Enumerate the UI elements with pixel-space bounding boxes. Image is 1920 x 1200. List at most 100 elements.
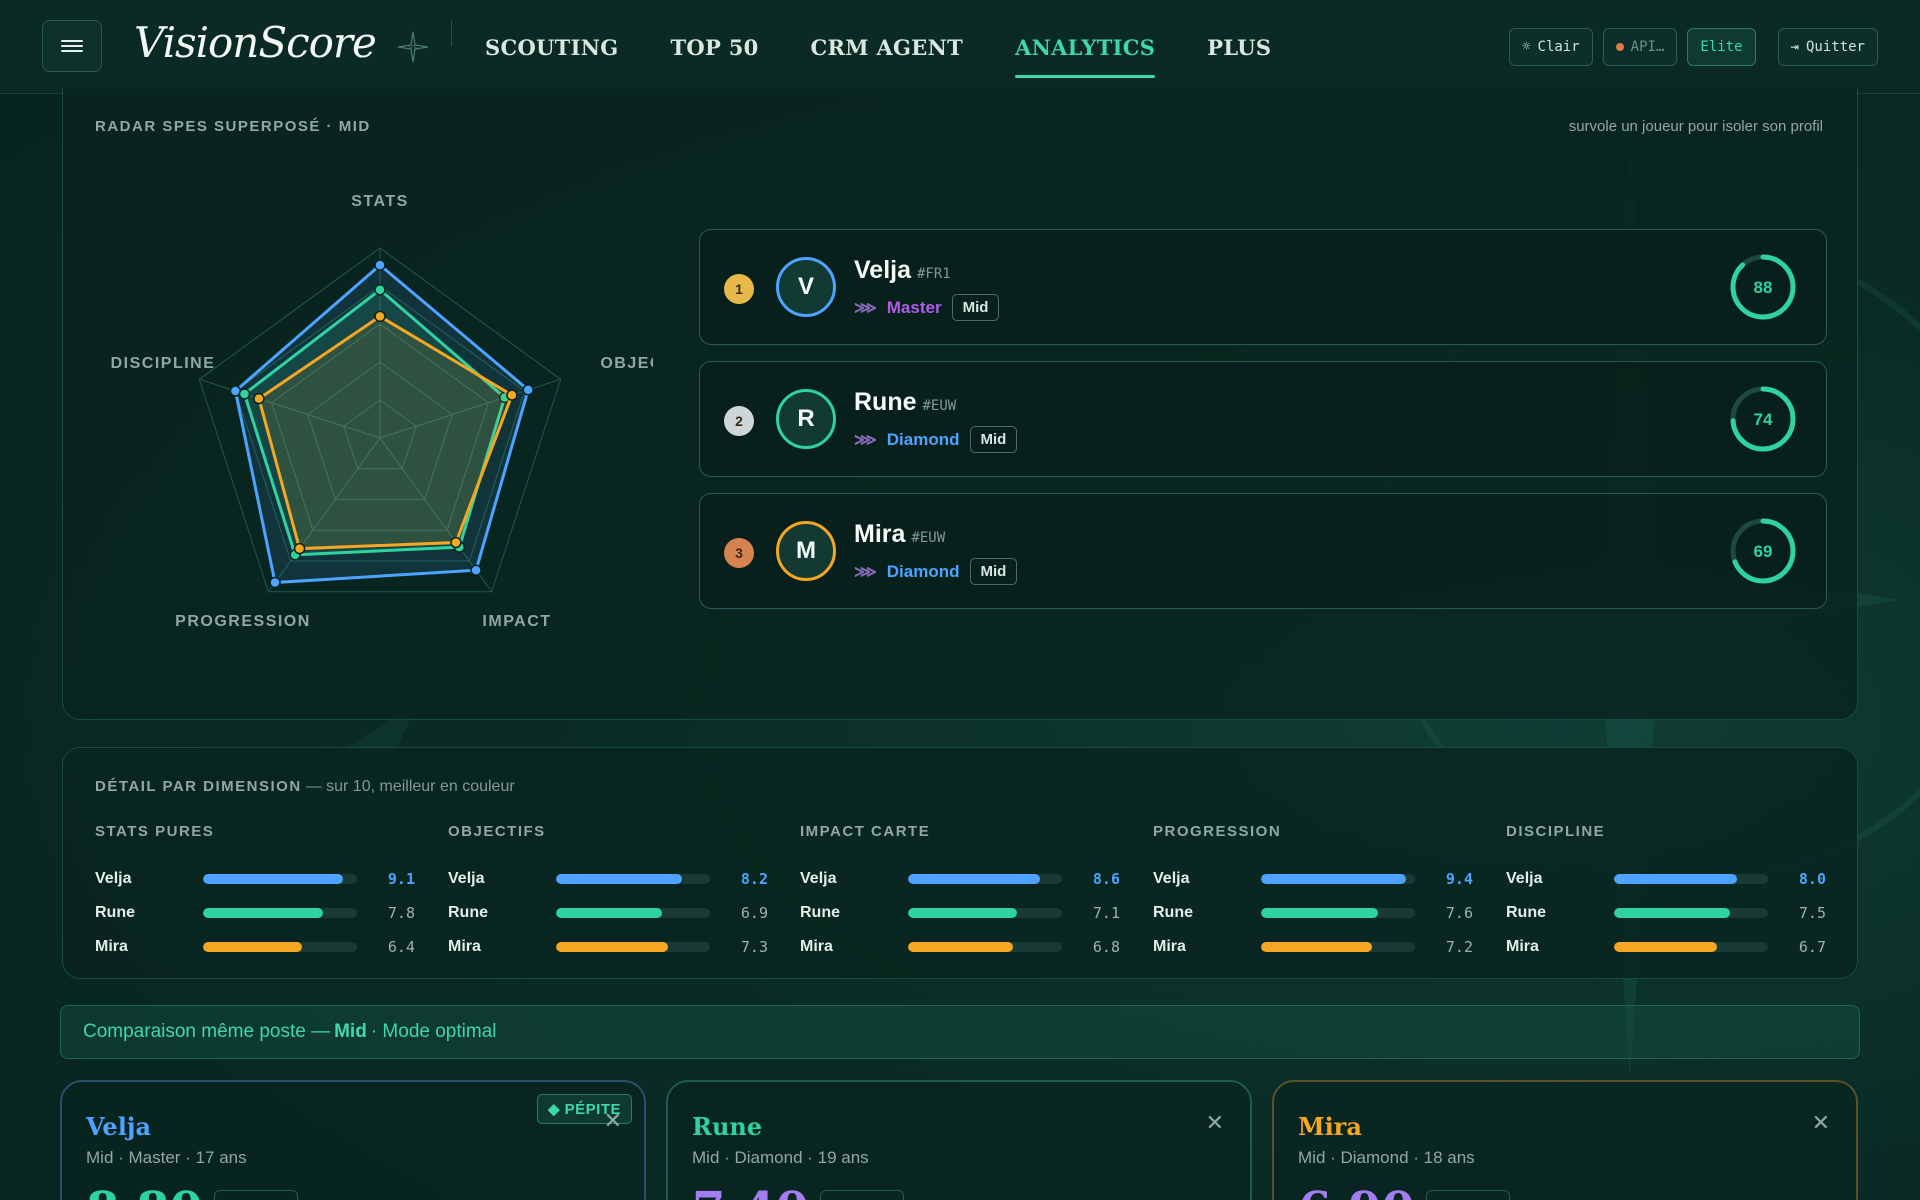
compare-player-name: Rune bbox=[692, 1112, 763, 1141]
dimension-bar-track bbox=[1614, 942, 1768, 952]
radar-axis-label: OBJECTIFS bbox=[600, 355, 653, 372]
compare-score: 7.40 bbox=[692, 1182, 809, 1200]
dimension-title: IMPACT CARTE bbox=[800, 823, 931, 840]
dimension-bar-track bbox=[908, 942, 1062, 952]
dimension-value: 6.8 bbox=[1092, 938, 1120, 956]
nav-link-top50[interactable]: TOP 50 bbox=[670, 0, 758, 94]
nav-actions: ☼ Clair API… Elite ⇥ Quitter bbox=[1509, 28, 1878, 66]
dimension-player-name: Velja bbox=[1506, 870, 1543, 887]
radar-axis-label: IMPACT bbox=[482, 613, 551, 630]
dimension-bar-fill bbox=[1614, 942, 1718, 952]
dimension-player-name: Velja bbox=[448, 870, 485, 887]
score-value: 69 bbox=[1754, 542, 1773, 561]
dimension-bar-fill bbox=[1614, 908, 1730, 918]
dimension-column: STATS PURES Velja 9.1 Rune 7.8 Mira 6.4 bbox=[95, 823, 415, 964]
score-value: 74 bbox=[1754, 410, 1773, 429]
tier-label: Diamond bbox=[886, 561, 960, 581]
dimension-player-name: Rune bbox=[448, 904, 488, 921]
radar-point bbox=[374, 284, 386, 296]
top-navbar: VisionScore VS SCOUTING TOP 50 CRM AGENT… bbox=[0, 0, 1920, 94]
dimension-bar-track bbox=[908, 908, 1062, 918]
nav-link-scouting[interactable]: SCOUTING bbox=[485, 0, 618, 94]
nav-link-crm-agent[interactable]: CRM AGENT bbox=[811, 0, 963, 94]
dimension-value: 7.5 bbox=[1798, 904, 1826, 922]
dimension-bar-fill bbox=[203, 942, 302, 952]
elite-badge[interactable]: Elite bbox=[1687, 28, 1756, 66]
role-tag: Mid bbox=[969, 558, 1018, 585]
theme-toggle-button[interactable]: ☼ Clair bbox=[1509, 28, 1593, 66]
dimension-value: 8.2 bbox=[740, 870, 768, 888]
player-row-2[interactable]: 2 R Rune #EUW ⋙ Diamond Mid 74 bbox=[699, 361, 1827, 477]
compare-chip bbox=[214, 1190, 298, 1200]
dimension-row: Rune 7.8 bbox=[95, 896, 415, 930]
radar-point bbox=[506, 389, 518, 401]
nav-link-analytics[interactable]: ANALYTICS bbox=[1015, 0, 1156, 94]
dimension-value: 7.6 bbox=[1445, 904, 1473, 922]
dimension-player-name: Rune bbox=[800, 904, 840, 921]
dimension-bar-track bbox=[908, 874, 1062, 884]
app-logo[interactable]: VisionScore bbox=[134, 18, 377, 67]
dimension-value: 9.4 bbox=[1445, 870, 1473, 888]
dimension-title: OBJECTIFS bbox=[448, 823, 546, 840]
hamburger-menu-button[interactable] bbox=[42, 20, 102, 72]
dimension-value: 8.0 bbox=[1798, 870, 1826, 888]
compare-player-meta: Mid · Diamond · 19 ans bbox=[692, 1148, 869, 1167]
radar-axis-label: STATS bbox=[351, 193, 409, 210]
dimension-value: 7.1 bbox=[1092, 904, 1120, 922]
close-icon[interactable]: ✕ bbox=[1206, 1110, 1224, 1136]
dimension-row: Velja 8.2 bbox=[448, 862, 768, 896]
radar-point bbox=[522, 384, 534, 396]
dimension-bar-track bbox=[1261, 908, 1415, 918]
dimension-value: 7.8 bbox=[387, 904, 415, 922]
dimension-row: Velja 9.4 bbox=[1153, 862, 1473, 896]
compare-chip bbox=[820, 1190, 904, 1200]
dimension-bar-fill bbox=[1261, 908, 1379, 918]
dimension-row: Mira 6.7 bbox=[1506, 930, 1826, 964]
player-row-1[interactable]: 1 V Velja #FR1 ⋙ Master Mid 88 bbox=[699, 229, 1827, 345]
score-ring: 88 bbox=[1728, 252, 1798, 327]
player-tier: ⋙ Diamond Mid bbox=[854, 426, 1018, 453]
radar-point bbox=[238, 388, 251, 400]
role-tag: Mid bbox=[969, 426, 1018, 453]
dimension-row: Mira 7.2 bbox=[1153, 930, 1473, 964]
dimension-player-name: Velja bbox=[95, 870, 132, 887]
banner-suffix: · Mode optimal bbox=[370, 1021, 497, 1042]
dimension-bar-fill bbox=[908, 942, 1013, 952]
dimension-row: Rune 6.9 bbox=[448, 896, 768, 930]
compare-chip bbox=[1426, 1190, 1510, 1200]
banner-prefix: Comparaison même poste — bbox=[83, 1021, 331, 1042]
close-icon[interactable]: ✕ bbox=[1812, 1110, 1830, 1136]
dimension-player-name: Velja bbox=[800, 870, 837, 887]
dimension-title: PROGRESSION bbox=[1153, 823, 1282, 840]
theme-label: Clair bbox=[1537, 39, 1580, 55]
player-row-3[interactable]: 3 M Mira #EUW ⋙ Diamond Mid 69 bbox=[699, 493, 1827, 609]
dimension-player-name: Mira bbox=[1153, 938, 1186, 955]
nav-links: SCOUTING TOP 50 CRM AGENT ANALYTICS PLUS bbox=[485, 0, 1323, 94]
compare-card-3: Mira Mid · Diamond · 18 ans ✕ 6.90 bbox=[1272, 1080, 1858, 1200]
dimension-bar-fill bbox=[203, 874, 344, 884]
api-status-button[interactable]: API… bbox=[1602, 28, 1678, 66]
dimension-bar-track bbox=[1261, 942, 1415, 952]
comparison-banner: Comparaison même poste — Mid · Mode opti… bbox=[60, 1005, 1860, 1059]
quit-label: Quitter bbox=[1805, 39, 1865, 55]
nav-link-plus[interactable]: PLUS bbox=[1207, 0, 1271, 94]
logout-icon: ⇥ bbox=[1790, 39, 1799, 55]
dimension-bar-fill bbox=[203, 908, 324, 918]
dimension-value: 8.6 bbox=[1092, 870, 1120, 888]
player-name: Mira #EUW bbox=[854, 520, 946, 548]
radar-point bbox=[269, 576, 281, 589]
dimension-value: 6.4 bbox=[387, 938, 415, 956]
radar-point bbox=[374, 259, 386, 271]
close-icon[interactable]: ✕ bbox=[604, 1108, 622, 1134]
dimension-column: OBJECTIFS Velja 8.2 Rune 6.9 Mira 7.3 bbox=[448, 823, 768, 964]
radar-axis-label: PROGRESSION bbox=[175, 613, 311, 630]
radar-title: RADAR SPES SUPERPOSÉ · MID bbox=[95, 118, 371, 135]
dimension-bar-fill bbox=[556, 942, 669, 952]
quit-button[interactable]: ⇥ Quitter bbox=[1777, 28, 1878, 66]
tier-wings-icon: ⋙ bbox=[854, 431, 877, 449]
dimension-player-name: Mira bbox=[800, 938, 833, 955]
banner-role: Mid bbox=[334, 1021, 367, 1042]
player-tier: ⋙ Diamond Mid bbox=[854, 558, 1018, 585]
radar-point bbox=[470, 564, 482, 576]
compare-score: 8.80 bbox=[86, 1182, 203, 1200]
